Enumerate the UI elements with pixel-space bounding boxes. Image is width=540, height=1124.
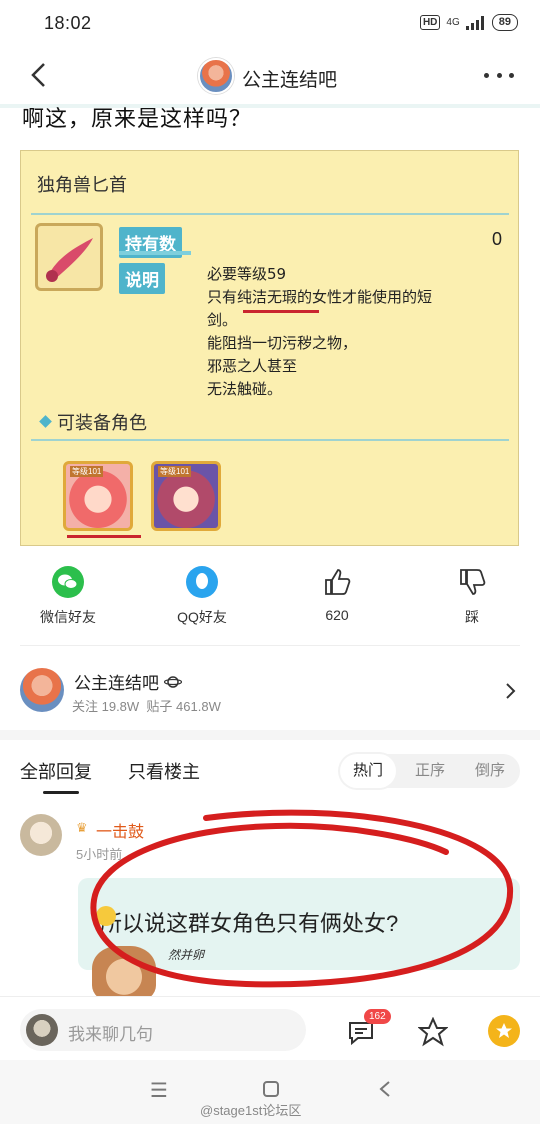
star-icon[interactable] <box>418 1017 448 1047</box>
section-gap <box>0 730 540 740</box>
red-circle-annotation <box>90 809 514 988</box>
dislike-label: 踩 <box>465 609 479 625</box>
like-count: 620 <box>325 607 349 623</box>
sort-hot[interactable]: 热门 <box>340 754 396 788</box>
back-arrow-icon[interactable] <box>26 60 52 90</box>
menu-icon[interactable]: ☰ <box>150 1078 168 1103</box>
wechat-share-button[interactable]: 微信好友 <box>18 566 118 627</box>
qq-label: QQ好友 <box>177 609 227 625</box>
forum-name: 公主连结吧 <box>74 669 182 694</box>
game-screenshot[interactable]: 独角兽匕首 持有数 0 说明 必要等级59 只有纯洁无瑕的女性才能使用的短 剑。… <box>20 150 519 546</box>
own-value: 0 <box>491 229 502 249</box>
thumbs-up-icon <box>325 569 351 595</box>
post-text: 啊这，原来是这样吗？ <box>22 106 253 131</box>
hd-icon: HD <box>419 15 441 30</box>
divider <box>31 213 509 215</box>
character-portrait: 等级101 <box>63 461 133 531</box>
battery-icon: 89 <box>491 14 518 31</box>
red-underline <box>67 535 141 538</box>
thumbs-down-icon <box>460 569 486 595</box>
user-avatar[interactable] <box>20 814 62 856</box>
home-icon[interactable] <box>262 1080 280 1098</box>
top-bar: 公主连结吧 <box>0 48 540 104</box>
qq-icon <box>186 566 218 598</box>
item-name: 独角兽匕首 <box>37 175 127 195</box>
comment-count-badge: 162 <box>364 1009 391 1024</box>
bottom-bar: 我来聊几句 162 <box>0 996 540 1060</box>
divider <box>20 645 520 646</box>
system-nav-bar: ☰ @stage1st论坛区 <box>0 1060 540 1124</box>
level-badge: 等级101 <box>70 466 104 477</box>
network-label: 4G <box>446 17 460 28</box>
sort-asc[interactable]: 正序 <box>402 754 458 788</box>
active-tab-indicator <box>43 791 79 794</box>
tab-all-replies[interactable]: 全部回复 <box>20 758 92 784</box>
character-portrait: 等级101 <box>151 461 221 531</box>
level-badge: 等级101 <box>158 466 192 477</box>
equip-label: 可装备角色 <box>57 413 147 433</box>
share-row: 微信好友 QQ好友 620 踩 <box>0 566 540 626</box>
page-title: 公主连结吧 <box>242 70 338 91</box>
qq-share-button[interactable]: QQ好友 <box>152 566 252 627</box>
user-avatar <box>26 1014 58 1046</box>
divider <box>119 251 191 255</box>
reply-tabs: 全部回复 只看楼主 热门 正序 倒序 <box>0 740 540 798</box>
red-underline <box>243 310 319 313</box>
sort-desc[interactable]: 倒序 <box>462 754 518 788</box>
forum-avatar[interactable] <box>198 58 234 94</box>
tab-op-only[interactable]: 只看楼主 <box>128 758 200 784</box>
status-icons: HD 4G 89 <box>419 14 518 31</box>
diamond-icon <box>39 415 52 428</box>
reward-icon[interactable] <box>488 1015 520 1047</box>
more-menu-icon[interactable] <box>484 73 514 79</box>
chevron-right-icon[interactable] <box>504 682 516 700</box>
status-bar: 18:02 HD 4G 89 <box>0 0 540 48</box>
forum-avatar <box>20 668 64 712</box>
signal-icon <box>465 15 484 30</box>
dislike-button[interactable]: 踩 <box>422 566 522 627</box>
planet-icon <box>163 676 182 688</box>
clock: 18:02 <box>44 13 92 33</box>
item-description: 必要等级59 只有纯洁无瑕的女性才能使用的短 剑。 能阻挡一切污秽之物， 邪恶之… <box>207 265 433 398</box>
wechat-label: 微信好友 <box>40 609 96 625</box>
comment-placeholder: 我来聊几句 <box>68 1025 153 1044</box>
wechat-icon <box>52 566 84 598</box>
like-button[interactable]: 620 <box>287 566 387 623</box>
watermark: @stage1st论坛区 <box>200 1103 302 1118</box>
comment-input[interactable]: 我来聊几句 <box>20 1009 306 1051</box>
dagger-icon <box>35 223 103 291</box>
sort-toggle: 热门 正序 倒序 <box>340 754 520 788</box>
forum-stats: 关注 19.8W 贴子 461.8W <box>72 699 221 714</box>
divider <box>31 439 509 441</box>
back-icon[interactable] <box>378 1080 392 1098</box>
forum-info-row[interactable]: 公主连结吧 关注 19.8W 贴子 461.8W <box>0 656 540 726</box>
desc-label: 说明 <box>119 263 165 294</box>
